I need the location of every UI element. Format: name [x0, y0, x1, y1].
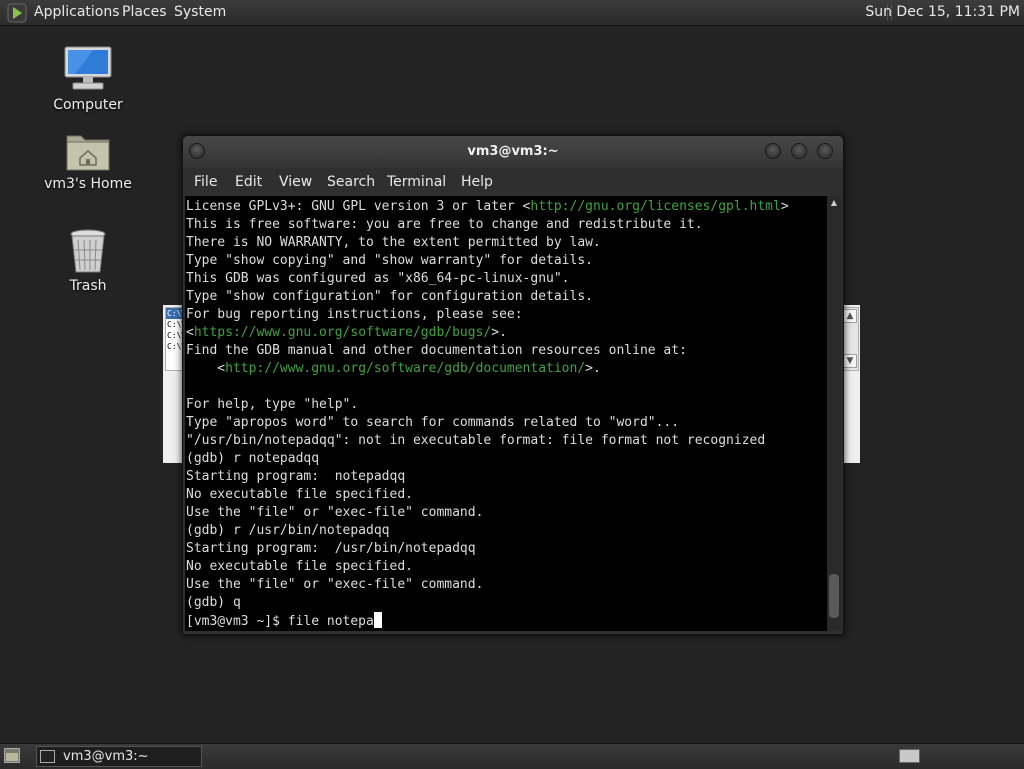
terminal-text-segment: Starting program: notepadqq	[186, 469, 406, 484]
desktop-icon-computer[interactable]: Computer	[38, 45, 138, 113]
terminal-window[interactable]: vm3@vm3:~ File Edit View Search Terminal…	[182, 135, 844, 635]
menu-applications[interactable]: Applications	[34, 0, 120, 25]
terminal-line: (gdb) r /usr/bin/notepadqq	[186, 522, 827, 540]
terminal-text-segment: This GDB was configured as "x86_64-pc-li…	[186, 271, 570, 286]
terminal-text-segment: Type "show configuration" for configurat…	[186, 289, 593, 304]
terminal-line: Type "show copying" and "show warranty" …	[186, 252, 827, 270]
taskbar-item-terminal[interactable]: vm3@vm3:~	[36, 746, 202, 767]
terminal-line: There is NO WARRANTY, to the extent perm…	[186, 234, 827, 252]
terminal-line: Starting program: /usr/bin/notepadqq	[186, 540, 827, 558]
top-panel: Applications Places System Sun Dec 15, 1…	[0, 0, 1024, 26]
workspace-switcher[interactable]	[899, 749, 920, 763]
terminal-text-segment: [vm3@vm3 ~]$ file notepa	[186, 614, 374, 629]
terminal-line: Type "show configuration" for configurat…	[186, 288, 827, 306]
menu-system[interactable]: System	[174, 0, 226, 25]
computer-icon	[64, 46, 112, 90]
desktop-icon-home[interactable]: vm3's Home	[38, 128, 138, 192]
terminal-link[interactable]: http://www.gnu.org/software/gdb/document…	[225, 361, 585, 376]
terminal-line: No executable file specified.	[186, 558, 827, 576]
terminal-link[interactable]: http://gnu.org/licenses/gpl.html	[530, 199, 780, 214]
terminal-line: "/usr/bin/notepadqq": not in executable …	[186, 432, 827, 450]
terminal-text-segment: (gdb) r /usr/bin/notepadqq	[186, 523, 390, 538]
scroll-up-icon[interactable]: ▲	[827, 196, 841, 210]
menu-file[interactable]: File	[194, 168, 217, 196]
terminal-text-segment: Find the GDB manual and other documentat…	[186, 343, 687, 358]
maximize-button[interactable]	[791, 143, 807, 159]
terminal-text-segment: License GPLv3+: GNU GPL version 3 or lat…	[186, 199, 531, 214]
terminal-line: <http://www.gnu.org/software/gdb/documen…	[186, 360, 827, 378]
terminal-link[interactable]: https://www.gnu.org/software/gdb/bugs/	[194, 325, 491, 340]
terminal-text-segment: Type "show copying" and "show warranty" …	[186, 253, 593, 268]
terminal-line: Type "apropos word" to search for comman…	[186, 414, 827, 432]
terminal-icon	[40, 750, 55, 763]
terminal-line: This GDB was configured as "x86_64-pc-li…	[186, 270, 827, 288]
terminal-text-segment: For help, type "help".	[186, 397, 359, 412]
terminal-cursor	[373, 612, 382, 628]
desktop-icon-label: vm3's Home	[44, 176, 132, 192]
taskbar-item-label: vm3@vm3:~	[63, 749, 149, 764]
terminal-output[interactable]: License GPLv3+: GNU GPL version 3 or lat…	[185, 196, 827, 631]
scroll-up-icon[interactable]: ▲	[843, 309, 857, 323]
terminal-text-segment: (gdb) q	[186, 595, 241, 610]
terminal-text-segment: Use the "file" or "exec-file" command.	[186, 505, 484, 520]
terminal-text-segment: <	[186, 325, 194, 340]
terminal-text-segment: For bug reporting instructions, please s…	[186, 307, 523, 322]
terminal-text-segment: There is NO WARRANTY, to the extent perm…	[186, 235, 601, 250]
terminal-text-segment: No executable file specified.	[186, 487, 413, 502]
terminal-text-segment: >.	[491, 325, 507, 340]
menu-view[interactable]: View	[279, 168, 312, 196]
terminal-text-segment: >.	[585, 361, 601, 376]
scroll-down-icon[interactable]: ▼	[843, 354, 857, 368]
terminal-scrollbar[interactable]: ▲	[827, 196, 841, 631]
terminal-line: Find the GDB manual and other documentat…	[186, 342, 827, 360]
scrollbar-thumb[interactable]	[829, 574, 839, 618]
terminal-line: This is free software: you are free to c…	[186, 216, 827, 234]
minimize-button[interactable]	[765, 143, 781, 159]
menu-terminal[interactable]: Terminal	[387, 168, 446, 196]
terminal-text-segment: No executable file specified.	[186, 559, 413, 574]
menu-help[interactable]: Help	[461, 168, 493, 196]
terminal-line: For help, type "help".	[186, 396, 827, 414]
terminal-text-segment: Type "apropos word" to search for comman…	[186, 415, 680, 430]
bottom-panel: vm3@vm3:~	[0, 743, 1024, 769]
applications-logo-icon[interactable]	[7, 3, 27, 23]
desktop-icon-label: Trash	[69, 278, 107, 294]
terminal-line: (gdb) r notepadqq	[186, 450, 827, 468]
terminal-text-segment: This is free software: you are free to c…	[186, 217, 703, 232]
terminal-text-segment: (gdb) r notepadqq	[186, 451, 320, 466]
trash-icon	[70, 229, 106, 273]
terminal-line: License GPLv3+: GNU GPL version 3 or lat…	[186, 198, 827, 216]
menu-search[interactable]: Search	[327, 168, 375, 196]
terminal-line: Use the "file" or "exec-file" command.	[186, 576, 827, 594]
terminal-line: [vm3@vm3 ~]$ file notepa	[186, 612, 827, 630]
terminal-text-segment: <	[186, 361, 226, 376]
terminal-line: For bug reporting instructions, please s…	[186, 306, 827, 324]
clock[interactable]: Sun Dec 15, 11:31 PM	[865, 0, 1020, 25]
terminal-line: Use the "file" or "exec-file" command.	[186, 504, 827, 522]
desktop-icon-label: Computer	[53, 97, 123, 113]
menu-places[interactable]: Places	[122, 0, 167, 25]
terminal-line: No executable file specified.	[186, 486, 827, 504]
window-titlebar[interactable]: vm3@vm3:~	[183, 136, 843, 168]
terminal-text-segment: "/usr/bin/notepadqq": not in executable …	[186, 433, 766, 448]
terminal-text-segment: >	[780, 199, 789, 214]
terminal-line: (gdb) q	[186, 594, 827, 612]
terminal-line: <https://www.gnu.org/software/gdb/bugs/>…	[186, 324, 827, 342]
window-title: vm3@vm3:~	[467, 144, 559, 159]
terminal-line: Starting program: notepadqq	[186, 468, 827, 486]
show-desktop-icon[interactable]	[4, 748, 20, 763]
terminal-text: License GPLv3+: GNU GPL version 3 or lat…	[185, 196, 827, 630]
close-button[interactable]	[817, 143, 833, 159]
home-folder-icon	[66, 135, 110, 171]
menu-edit[interactable]: Edit	[235, 168, 262, 196]
terminal-text-segment: Use the "file" or "exec-file" command.	[186, 577, 484, 592]
desktop-icon-trash[interactable]: Trash	[38, 228, 138, 294]
terminal-text-segment: Starting program: /usr/bin/notepadqq	[186, 541, 476, 556]
terminal-menubar: File Edit View Search Terminal Help	[183, 168, 843, 196]
